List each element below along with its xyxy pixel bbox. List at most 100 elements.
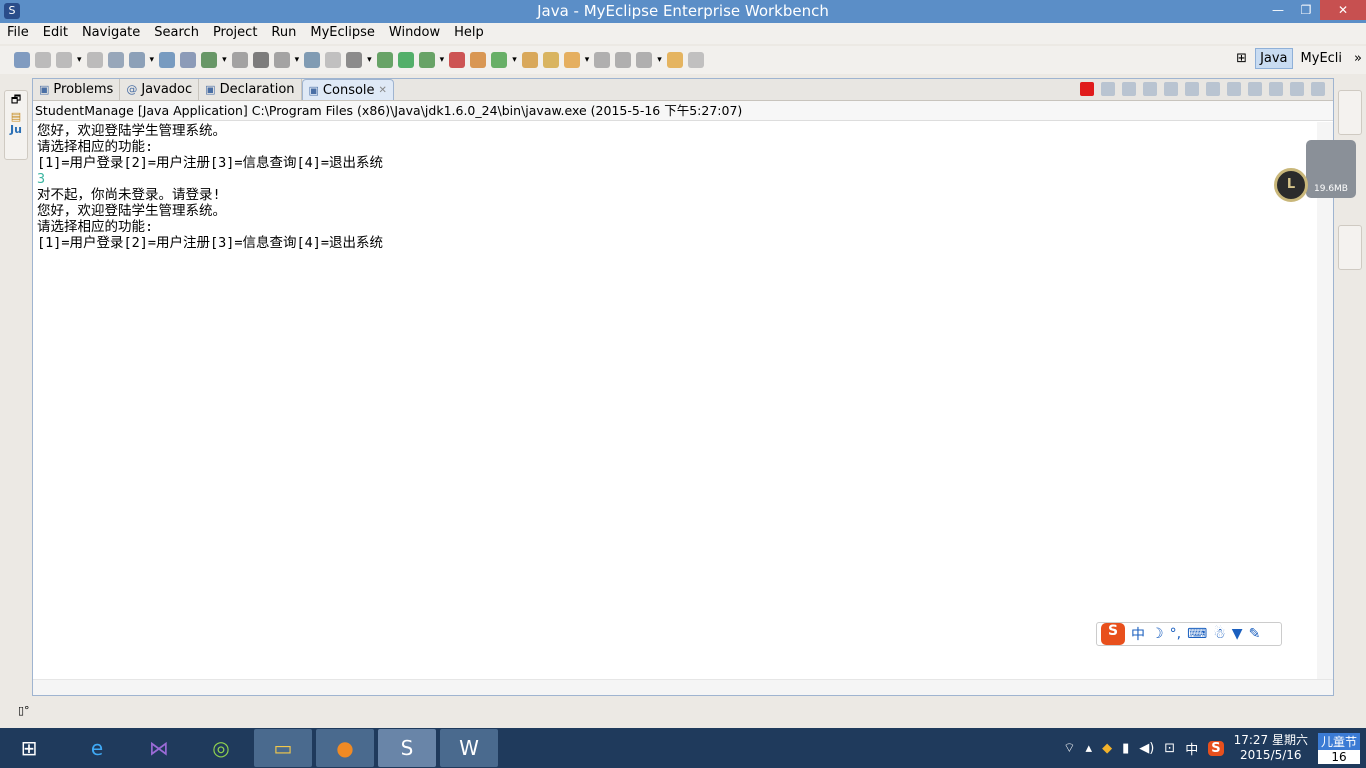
dropdown-arrow-icon[interactable]: ▾ xyxy=(222,55,227,65)
more-perspectives-icon[interactable]: » xyxy=(1350,49,1366,68)
toolbar-button-icon[interactable] xyxy=(231,52,248,68)
taskbar-word[interactable]: W xyxy=(440,729,498,767)
taskbar-visual-studio[interactable]: ⋈ xyxy=(130,729,188,767)
scroll-lock-icon[interactable] xyxy=(1164,82,1178,96)
show-stderr-icon[interactable] xyxy=(1206,82,1220,96)
show-stdout-icon[interactable] xyxy=(1185,82,1199,96)
terminate-icon[interactable] xyxy=(1080,82,1094,96)
menu-search[interactable]: Search xyxy=(147,23,206,44)
maximize-view-icon[interactable] xyxy=(1311,82,1325,96)
toolbar-button-icon[interactable] xyxy=(521,52,538,68)
calendar-widget[interactable]: 儿童节 16 xyxy=(1318,732,1360,764)
volume-icon[interactable]: ◀) xyxy=(1139,741,1154,756)
menu-run[interactable]: Run xyxy=(264,23,303,44)
fast-view-icon[interactable]: ▯° xyxy=(18,704,30,717)
network-icon[interactable]: ⊡ xyxy=(1164,741,1175,756)
toolbar-button-icon[interactable] xyxy=(470,52,487,68)
toolbar-button-icon[interactable] xyxy=(594,52,611,68)
taskbar-ie[interactable]: e xyxy=(68,729,126,767)
toolbar-button-icon[interactable] xyxy=(273,52,290,68)
toolbar-button-icon[interactable] xyxy=(418,52,435,68)
perspective-myeclipse[interactable]: MyEcli xyxy=(1297,49,1347,68)
toolbar-button-icon[interactable] xyxy=(666,52,683,68)
battery-icon[interactable]: ▮ xyxy=(1122,741,1129,756)
open-console-icon[interactable] xyxy=(1269,82,1283,96)
toolbar-button-icon[interactable] xyxy=(180,52,197,68)
toolbar-button-icon[interactable] xyxy=(86,52,103,68)
taskbar-myeclipse[interactable]: S xyxy=(378,729,436,767)
user-icon[interactable]: ☃ xyxy=(1213,626,1226,642)
menu-window[interactable]: Window xyxy=(382,23,447,44)
restore-button[interactable]: ❐ xyxy=(1292,0,1320,20)
tray-ime[interactable]: 中 xyxy=(1185,739,1198,758)
start-button[interactable]: ⊞ xyxy=(0,729,58,767)
menu-edit[interactable]: Edit xyxy=(36,23,75,44)
taskbar-app-ring[interactable]: ◎ xyxy=(192,729,250,767)
clock[interactable]: 17:27 星期六 2015/5/16 xyxy=(1234,733,1308,763)
tab-declaration[interactable]: ▣ Declaration xyxy=(199,79,302,100)
punctuation-icon[interactable]: °, xyxy=(1170,626,1181,642)
junit-icon[interactable]: Ju xyxy=(5,123,27,136)
dropdown-arrow-icon[interactable]: ▾ xyxy=(585,55,590,65)
toolbar-button-icon[interactable] xyxy=(159,52,176,68)
dropdown-arrow-icon[interactable]: ▾ xyxy=(512,55,517,65)
toolbar-button-icon[interactable] xyxy=(563,52,580,68)
toolbar-button-icon[interactable] xyxy=(542,52,559,68)
settings-icon[interactable]: ✎ xyxy=(1249,626,1261,642)
perspective-java[interactable]: Java xyxy=(1255,48,1293,69)
clear-console-icon[interactable] xyxy=(1143,82,1157,96)
toolbar-button-icon[interactable] xyxy=(346,52,363,68)
console-output[interactable]: 您好，欢迎登陆学生管理系统。 请选择相应的功能: [1]=用户登录[2]=用户注册[… xyxy=(33,122,1317,679)
toolbar-button-icon[interactable] xyxy=(449,52,466,68)
toolbar-button-icon[interactable] xyxy=(35,52,51,68)
toolbar-button-icon[interactable] xyxy=(491,52,508,68)
taskbar-file-explorer[interactable]: ▭ xyxy=(254,729,312,767)
toolbar-button-icon[interactable] xyxy=(128,52,145,68)
dropdown-arrow-icon[interactable]: ▾ xyxy=(150,55,155,65)
hierarchy-icon[interactable]: ▤ xyxy=(5,110,27,123)
ime-mode[interactable]: 中 xyxy=(1131,624,1145,644)
wifi-icon[interactable]: ⌔ xyxy=(1063,740,1075,756)
dropdown-arrow-icon[interactable]: ▾ xyxy=(77,55,82,65)
keyboard-icon[interactable]: ⌨ xyxy=(1187,626,1207,642)
toolbar-button-icon[interactable] xyxy=(376,52,393,68)
remove-all-icon[interactable] xyxy=(1122,82,1136,96)
menu-file[interactable]: File xyxy=(0,23,36,44)
menu-myeclipse[interactable]: MyEclipse xyxy=(303,23,382,44)
dropdown-arrow-icon[interactable]: ▾ xyxy=(295,55,300,65)
restore-icon[interactable]: 🗗 xyxy=(5,91,27,110)
open-perspective-button[interactable]: ⊞ xyxy=(1232,49,1251,68)
qq-icon[interactable]: ◆ xyxy=(1102,741,1112,756)
toolbar-button-icon[interactable] xyxy=(252,52,269,68)
toolbar-button-icon[interactable] xyxy=(325,52,342,68)
close-button[interactable]: ✕ xyxy=(1320,0,1366,20)
toolbar-button-icon[interactable] xyxy=(636,52,653,68)
vertical-scrollbar[interactable] xyxy=(1317,122,1333,679)
pin-console-icon[interactable] xyxy=(1227,82,1241,96)
taskbar-app-orange[interactable]: ● xyxy=(316,729,374,767)
minimize-button[interactable]: — xyxy=(1264,0,1292,20)
toolbar-button-icon[interactable] xyxy=(304,52,321,68)
show-hidden-icons[interactable]: ▴ xyxy=(1086,741,1093,756)
toolbar-button-icon[interactable] xyxy=(56,52,72,68)
close-tab-icon[interactable]: ✕ xyxy=(379,85,387,96)
toolbar-button-icon[interactable] xyxy=(14,52,30,68)
menu-navigate[interactable]: Navigate xyxy=(75,23,147,44)
memory-widget[interactable]: 19.6MB L xyxy=(1274,140,1358,202)
horizontal-scrollbar[interactable] xyxy=(33,679,1333,695)
tab-javadoc[interactable]: @ Javadoc xyxy=(120,79,200,100)
dropdown-arrow-icon[interactable]: ▾ xyxy=(367,55,372,65)
toolbar-button-icon[interactable] xyxy=(687,52,704,68)
skin-icon[interactable]: ▼ xyxy=(1232,626,1243,642)
menu-project[interactable]: Project xyxy=(206,23,264,44)
toolbar-button-icon[interactable] xyxy=(615,52,632,68)
toolbar-button-icon[interactable] xyxy=(201,52,218,68)
remove-launch-icon[interactable] xyxy=(1101,82,1115,96)
ime-toolbar[interactable]: S 中 ☽ °, ⌨ ☃ ▼ ✎ xyxy=(1096,622,1282,646)
minimize-view-icon[interactable] xyxy=(1290,82,1304,96)
display-console-icon[interactable] xyxy=(1248,82,1262,96)
menu-help[interactable]: Help xyxy=(447,23,491,44)
dropdown-arrow-icon[interactable]: ▾ xyxy=(440,55,445,65)
toolbar-button-icon[interactable] xyxy=(107,52,124,68)
toolbar-button-icon[interactable] xyxy=(397,52,414,68)
